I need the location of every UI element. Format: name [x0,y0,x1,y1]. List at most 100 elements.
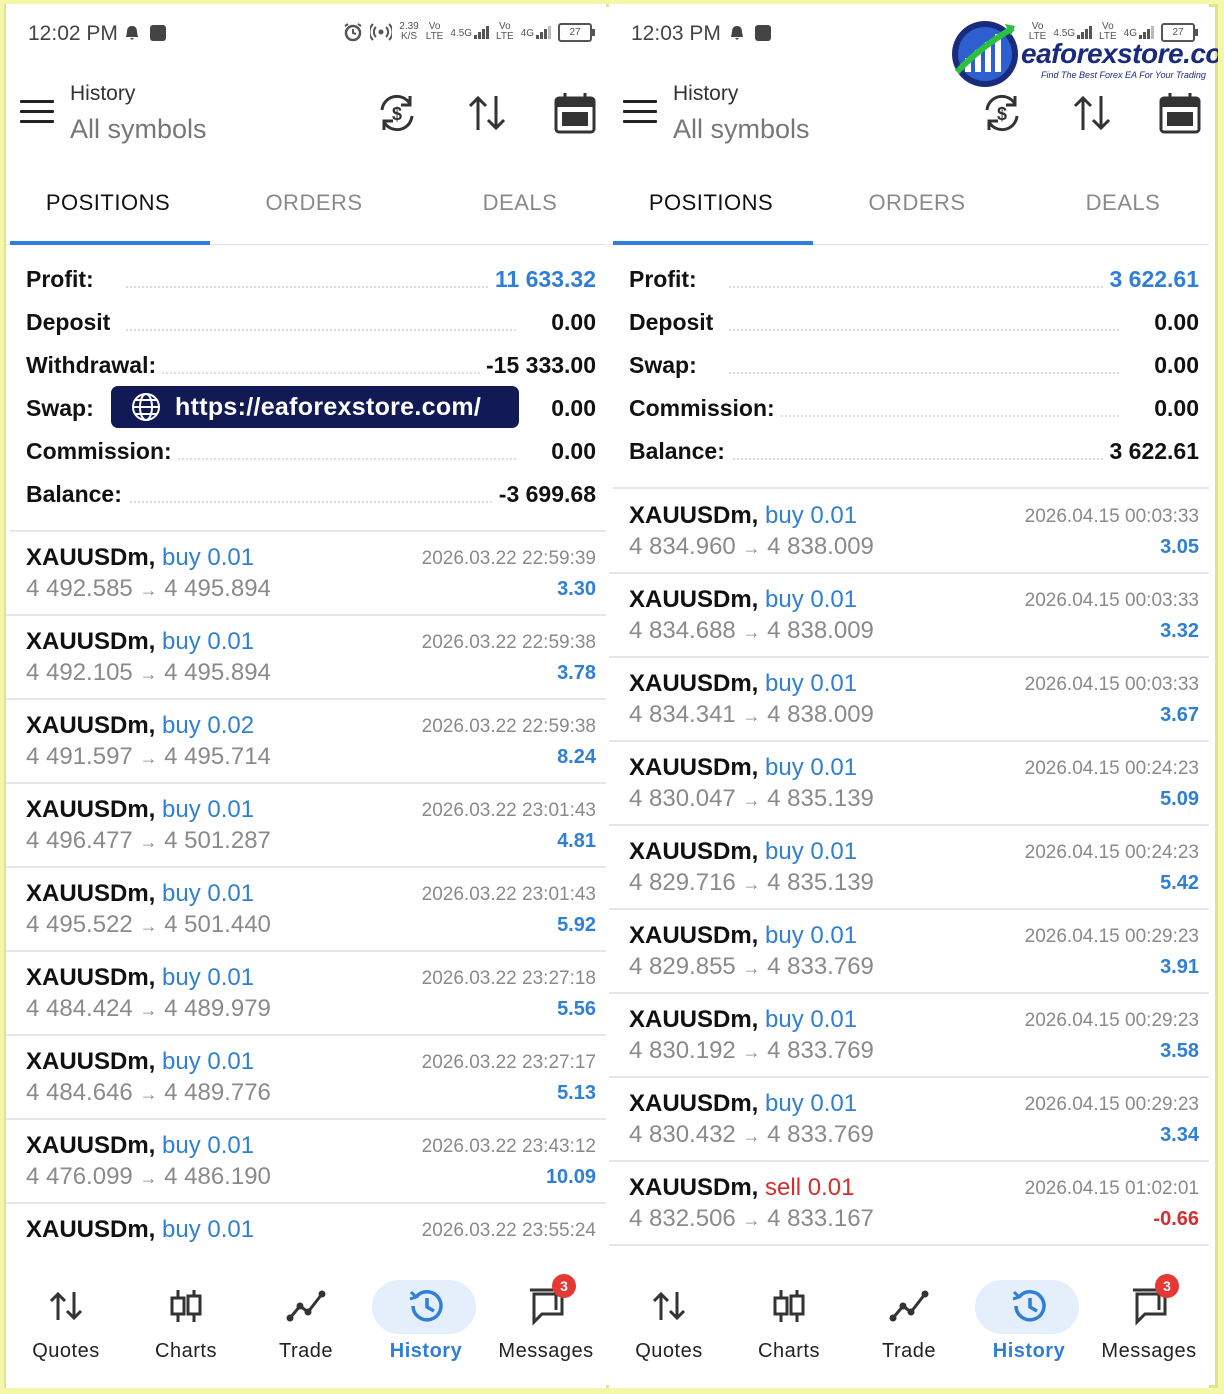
logo-globe-icon [952,21,1018,87]
position-row[interactable]: XAUUSDm, buy 0.01 4 829.855 → 4 833.769 20… [609,910,1209,994]
arrow-right-icon: → [742,538,761,558]
position-side: buy 0.01 [765,922,858,949]
trade-icon [889,1286,929,1326]
close-price: 4 833.769 [767,1121,874,1148]
nav-label: History [389,1340,463,1362]
symbol-filter[interactable]: All symbols [673,114,810,145]
calendar-icon[interactable] [552,90,598,136]
position-row[interactable]: XAUUSDm, buy 0.01 4 484.646 → 4 489.776 20… [6,1036,606,1120]
position-row[interactable]: XAUUSDm, buy 0.01 4 829.716 → 4 835.139 20… [609,826,1209,910]
close-price: 4 501.440 [164,911,271,938]
tab-deals[interactable]: DEALS [420,190,606,216]
currency-refresh-icon[interactable]: $ [979,90,1025,136]
position-prices: 4 495.522 → 4 501.440 [26,911,271,939]
website-url: https://eaforexstore.com/ [175,392,482,421]
notification-icons [729,24,772,42]
nav-history[interactable]: History [969,1272,1089,1372]
messages-icon: 3 [1129,1274,1179,1326]
menu-icon[interactable] [623,100,657,126]
calendar-icon[interactable] [1157,90,1203,136]
position-row[interactable]: XAUUSDm, buy 0.01 4 461.560 → 4 461.622 20… [6,1204,606,1248]
position-row[interactable]: XAUUSDm, buy 0.02 4 491.597 → 4 495.714 20… [6,700,606,784]
tab-orders[interactable]: ORDERS [214,190,414,216]
position-symbol-line: XAUUSDm, buy 0.01 [629,922,857,950]
open-price: 4 496.477 [26,827,133,854]
arrow-right-icon: → [139,1084,158,1104]
nav-history[interactable]: History [366,1272,486,1372]
position-row[interactable]: XAUUSDm, buy 0.01 4 495.522 → 4 501.440 20… [6,868,606,952]
position-side: buy 0.01 [162,964,255,991]
position-row[interactable]: XAUUSDm, buy 0.01 4 492.105 → 4 495.894 20… [6,616,606,700]
alarm-icon [344,23,362,42]
arrow-right-icon: → [139,748,158,768]
svg-text:$: $ [997,104,1007,124]
position-time: 2026.03.22 23:55:24 [421,1220,596,1241]
close-price: 4 461.622 [164,1247,271,1248]
volte-icon-2: Vo LTE [496,21,514,42]
position-symbol: XAUUSDm, [629,922,759,949]
nav-messages[interactable]: 3 Messages [486,1272,606,1372]
open-price: 4 830.192 [629,1037,736,1064]
nav-quotes[interactable]: Quotes [6,1272,126,1372]
position-side: buy 0.02 [162,712,255,739]
position-row[interactable]: XAUUSDm, buy 0.01 4 496.477 → 4 501.287 20… [6,784,606,868]
notification-icons [124,24,167,42]
position-symbol-line: XAUUSDm, buy 0.01 [629,670,857,698]
symbol-filter[interactable]: All symbols [70,114,207,145]
tab-positions[interactable]: POSITIONS [611,190,811,216]
position-row[interactable]: XAUUSDm, buy 0.01 4 484.424 → 4 489.979 20… [6,952,606,1036]
position-prices: 4 491.597 → 4 495.714 [26,743,271,771]
position-row[interactable]: XAUUSDm, buy 0.01 4 492.585 → 4 495.894 20… [6,532,606,616]
position-side: buy 0.01 [765,754,858,781]
nav-charts[interactable]: Charts [729,1272,849,1372]
position-side: buy 0.01 [765,670,858,697]
close-price: 4 495.714 [164,743,271,770]
position-row[interactable]: XAUUSDm, buy 0.01 4 830.192 → 4 833.769 20… [609,994,1209,1078]
position-time: 2026.03.22 23:01:43 [421,884,596,905]
position-symbol-line: XAUUSDm, buy 0.01 [26,964,254,992]
sort-icon[interactable] [464,90,510,136]
position-row[interactable]: XAUUSDm, sell 0.01 4 832.506 → 4 833.167 2… [609,1162,1209,1246]
open-price: 4 834.341 [629,701,736,728]
currency-refresh-icon[interactable]: $ [374,90,420,136]
website-url-badge[interactable]: https://eaforexstore.com/ [111,386,519,428]
menu-icon[interactable] [20,100,54,126]
position-row[interactable]: XAUUSDm, buy 0.01 4 834.688 → 4 838.009 20… [609,574,1209,658]
position-row[interactable]: XAUUSDm, buy 0.01 4 830.047 → 4 835.139 20… [609,742,1209,826]
position-time: 2026.03.22 22:59:39 [421,548,596,569]
nav-messages[interactable]: 3 Messages [1089,1272,1209,1372]
status-time: 12:02 PM [28,22,118,45]
position-row[interactable]: XAUUSDm, buy 0.01 4 834.960 → 4 838.009 20… [609,490,1209,574]
nav-trade[interactable]: Trade [246,1272,366,1372]
position-profit: -0.66 [1153,1208,1199,1230]
nav-trade[interactable]: Trade [849,1272,969,1372]
position-symbol: XAUUSDm, [629,1174,759,1201]
nav-quotes[interactable]: Quotes [609,1272,729,1372]
sort-icon[interactable] [1069,90,1115,136]
summary-value: 3 622.61 [1103,266,1199,293]
position-symbol-line: XAUUSDm, buy 0.02 [26,712,254,740]
position-prices: 4 830.047 → 4 835.139 [629,785,874,813]
close-price: 4 838.009 [767,701,874,728]
position-time: 2026.04.15 00:03:33 [1024,590,1199,611]
position-prices: 4 829.855 → 4 833.769 [629,953,874,981]
position-row[interactable]: XAUUSDm, buy 0.01 4 830.432 → 4 833.769 20… [609,1078,1209,1162]
summary-label: Swap: [629,352,703,379]
arrow-right-icon: → [742,874,761,894]
tab-orders[interactable]: ORDERS [817,190,1017,216]
divider [613,487,1209,489]
arrow-right-icon: → [742,706,761,726]
page-title: History [70,82,136,105]
position-row[interactable]: XAUUSDm, buy 0.01 4 476.099 → 4 486.190 20… [6,1120,606,1204]
summary-label: Deposit [629,309,720,336]
notification-square-icon [755,24,772,41]
tab-deals[interactable]: DEALS [1023,190,1209,216]
arrow-right-icon: → [742,790,761,810]
position-symbol: XAUUSDm, [26,1048,156,1075]
summary-row-profit: Profit: 3 622.61 [609,260,1209,303]
open-price: 4 492.105 [26,659,133,686]
position-row[interactable]: XAUUSDm, buy 0.01 4 834.341 → 4 838.009 20… [609,658,1209,742]
position-symbol-line: XAUUSDm, buy 0.01 [26,796,254,824]
nav-charts[interactable]: Charts [126,1272,246,1372]
tab-positions[interactable]: POSITIONS [8,190,208,216]
